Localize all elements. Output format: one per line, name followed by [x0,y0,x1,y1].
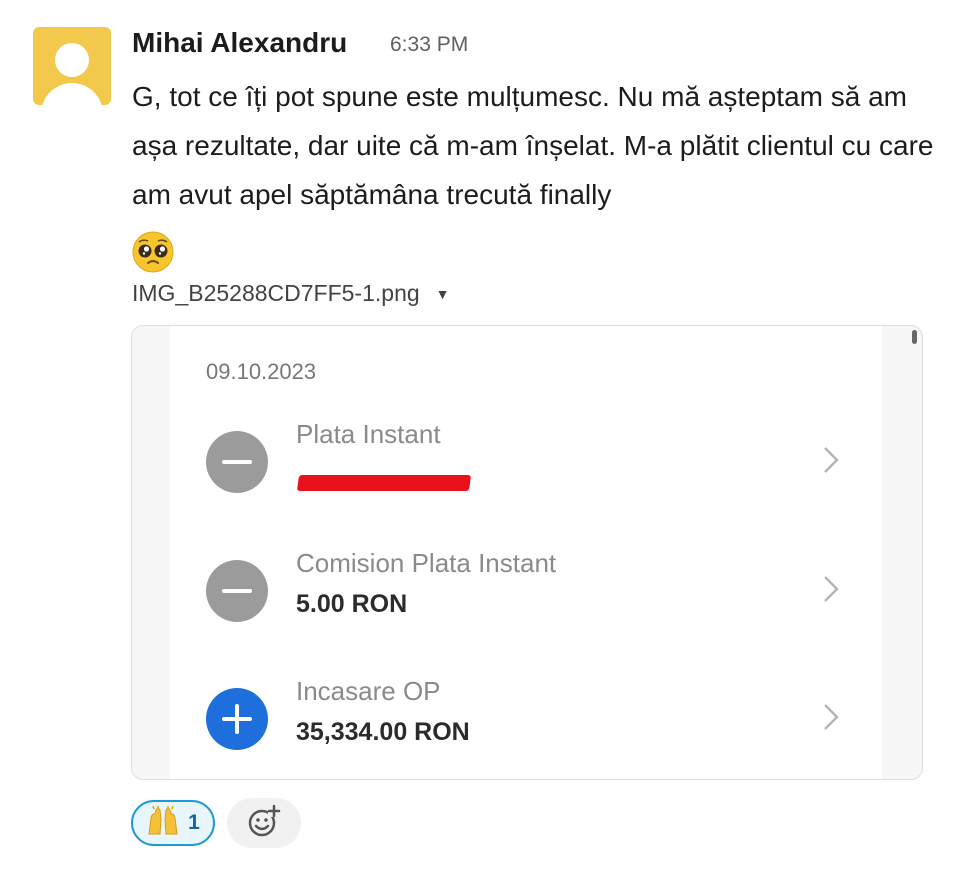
user-avatar[interactable] [33,27,111,105]
chevron-right-icon [821,445,841,480]
message-timestamp[interactable]: 6:33 PM [390,33,468,57]
image-attachment[interactable]: 09.10.2023 Plata Instant Comision Plata … [131,325,923,780]
reactions-bar: 1 [131,798,301,848]
minus-circle-icon [206,560,268,622]
attachment-filename[interactable]: IMG_B25288CD7FF5-1.png ▼ [132,280,450,307]
avatar-head-shape [55,43,89,77]
transaction-title: Plata Instant [296,419,441,449]
add-emoji-icon [247,804,281,843]
transaction-amount: 35,334.00 RON [296,718,470,746]
bank-screenshot-panel: 09.10.2023 Plata Instant Comision Plata … [170,326,882,779]
transaction-amount: 5.00 RON [296,590,408,618]
transaction-row: Plata Instant [170,419,882,531]
caret-down-icon[interactable]: ▼ [436,286,450,302]
attachment-filename-text[interactable]: IMG_B25288CD7FF5-1.png [132,280,420,307]
add-reaction-button[interactable] [227,798,301,848]
transaction-title: Comision Plata Instant [296,548,557,578]
author-name[interactable]: Mihai Alexandru [132,27,347,59]
message-text: G, tot ce îți pot spune este mulțumesc. … [132,81,934,210]
transactions-date: 09.10.2023 [206,359,317,384]
transaction-row: Incasare OP 35,334.00 RON [170,676,882,779]
reaction-raising-hands[interactable]: 1 [131,800,215,846]
chevron-right-icon [821,702,841,737]
plus-circle-icon [206,688,268,750]
scrollbar-thumb[interactable] [912,330,917,344]
avatar-body-shape [41,83,103,105]
transaction-row: Comision Plata Instant 5.00 RON [170,548,882,660]
redaction-mark [296,475,472,491]
raising-hands-emoji [146,804,180,841]
transaction-title: Incasare OP [296,676,441,706]
pleading-face-emoji [132,231,174,273]
minus-circle-icon [206,431,268,493]
reaction-count: 1 [188,811,200,834]
chevron-right-icon [821,574,841,609]
message-body: G, tot ce îți pot spune este mulțumesc. … [132,72,942,288]
